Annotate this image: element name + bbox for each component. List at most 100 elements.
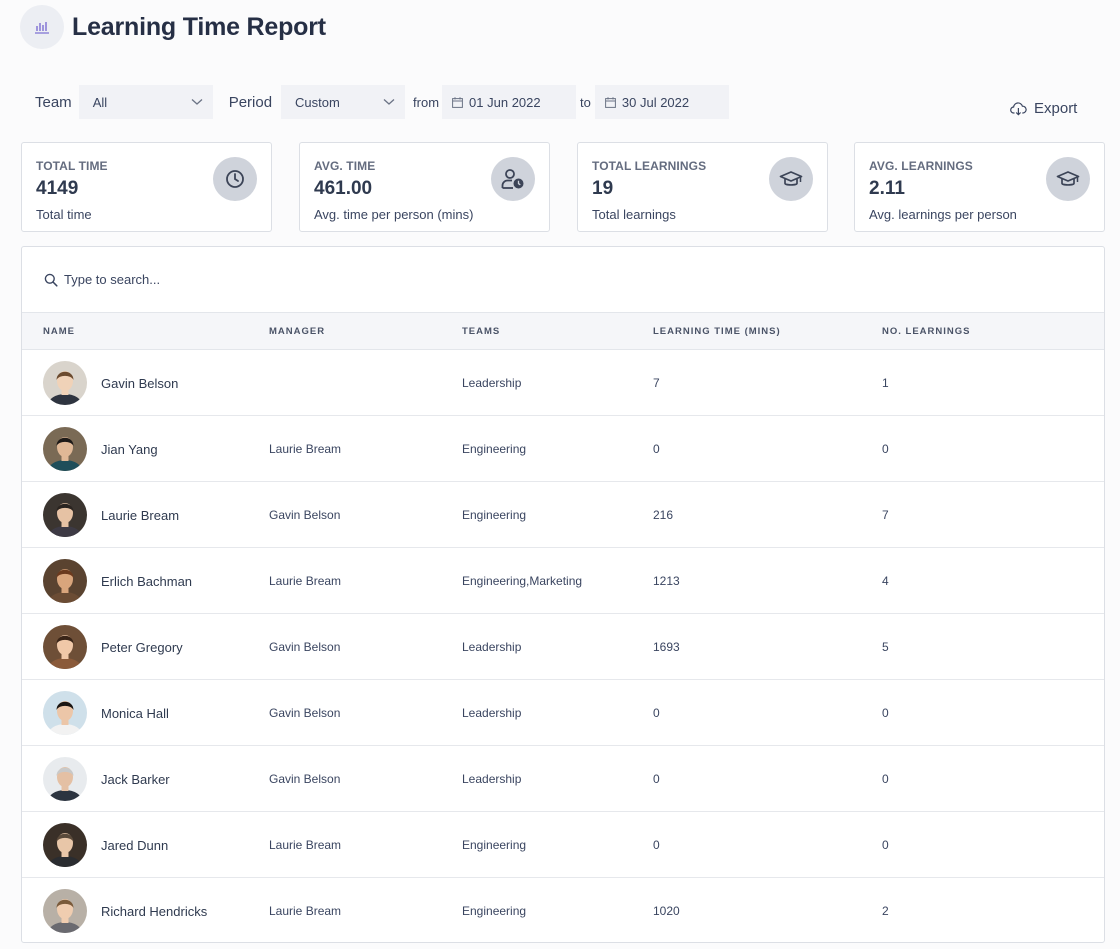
filter-bar: Team All Period Custom from 01 Jun 2022 …: [35, 85, 729, 119]
avatar: [43, 757, 87, 801]
table-row[interactable]: Monica Hall Gavin Belson Leadership 0 0: [22, 680, 1104, 746]
person-name[interactable]: Gavin Belson: [101, 376, 178, 391]
name-cell: Monica Hall: [43, 691, 169, 735]
cloud-download-icon: [1010, 101, 1027, 116]
learnings-count-cell: 0: [882, 772, 889, 786]
column-header-name[interactable]: NAME: [43, 326, 75, 337]
stat-title: AVG. TIME: [314, 159, 376, 173]
learnings-count-cell: 7: [882, 508, 889, 522]
column-header-manager[interactable]: MANAGER: [269, 326, 325, 337]
name-cell: Gavin Belson: [43, 361, 178, 405]
table-row[interactable]: Richard Hendricks Laurie Bream Engineering…: [22, 878, 1104, 942]
person-name[interactable]: Jack Barker: [101, 772, 170, 787]
stat-title: AVG. LEARNINGS: [869, 159, 973, 173]
table-header: NAME MANAGER TEAMS LEARNING TIME (MINS) …: [22, 312, 1104, 350]
column-header-learning-time[interactable]: LEARNING TIME (MINS): [653, 326, 781, 337]
teams-cell: Engineering: [462, 838, 527, 852]
stat-value: 19: [592, 178, 614, 199]
stat-value: 4149: [36, 178, 79, 199]
period-select[interactable]: Custom: [281, 85, 406, 119]
stat-subtitle: Total learnings: [592, 207, 676, 222]
manager-cell: Laurie Bream: [269, 442, 342, 456]
team-label: Team: [35, 93, 72, 111]
name-cell: Jian Yang: [43, 427, 158, 471]
search-input[interactable]: Type to search...: [22, 247, 1104, 312]
person-name[interactable]: Erlich Bachman: [101, 574, 192, 589]
name-cell: Erlich Bachman: [43, 559, 192, 603]
teams-cell: Engineering: [462, 904, 527, 918]
person-name[interactable]: Jared Dunn: [101, 838, 168, 853]
table-row[interactable]: Laurie Bream Gavin Belson Engineering 216 7: [22, 482, 1104, 548]
calendar-icon: [604, 96, 616, 108]
teams-cell: Leadership: [462, 640, 522, 654]
name-cell: Peter Gregory: [43, 625, 183, 669]
person-name[interactable]: Jian Yang: [101, 442, 158, 457]
from-label: from: [413, 94, 440, 110]
stat-title: TOTAL LEARNINGS: [592, 159, 707, 173]
manager-cell: Laurie Bream: [269, 574, 342, 588]
learnings-count-cell: 5: [882, 640, 889, 654]
person-name[interactable]: Monica Hall: [101, 706, 169, 721]
period-select-value: Custom: [295, 94, 340, 110]
avatar: [43, 823, 87, 867]
table-row[interactable]: Gavin Belson Leadership 7 1: [22, 350, 1104, 416]
column-header-teams[interactable]: TEAMS: [462, 326, 500, 337]
page-header: Learning Time Report: [20, 5, 326, 49]
stat-value: 2.11: [869, 178, 905, 199]
column-header-no-learnings[interactable]: NO. LEARNINGS: [882, 326, 970, 337]
calendar-icon: [452, 96, 463, 108]
avatar: [43, 889, 87, 933]
avatar: [43, 361, 87, 405]
to-date-value: 30 Jul 2022: [621, 94, 690, 110]
learning-time-cell: 216: [653, 508, 674, 522]
to-label: to: [580, 94, 591, 110]
from-date-input[interactable]: 01 Jun 2022: [442, 85, 577, 119]
stat-subtitle: Avg. learnings per person: [869, 207, 1017, 222]
learnings-count-cell: 4: [882, 574, 889, 588]
stat-card-total-learnings: TOTAL LEARNINGS 19 Total learnings: [577, 142, 828, 232]
learning-time-cell: 1213: [653, 574, 680, 588]
name-cell: Jack Barker: [43, 757, 170, 801]
manager-cell: Gavin Belson: [269, 640, 341, 654]
person-name[interactable]: Richard Hendricks: [101, 904, 207, 919]
learning-time-cell: 0: [653, 772, 660, 786]
stat-card-avg-learnings: AVG. LEARNINGS 2.11 Avg. learnings per p…: [854, 142, 1105, 232]
team-select[interactable]: All: [78, 85, 213, 119]
teams-cell: Engineering: [462, 508, 527, 522]
manager-cell: Laurie Bream: [269, 904, 342, 918]
teams-cell: Engineering: [462, 442, 527, 456]
learnings-count-cell: 1: [882, 376, 889, 390]
search-placeholder: Type to search...: [64, 272, 161, 287]
avatar: [43, 559, 87, 603]
teams-cell: Leadership: [462, 772, 522, 786]
period-label: Period: [228, 93, 273, 111]
learnings-count-cell: 0: [882, 442, 889, 456]
table-row[interactable]: Jack Barker Gavin Belson Leadership 0 0: [22, 746, 1104, 812]
stat-subtitle: Avg. time per person (mins): [314, 207, 474, 222]
learning-time-cell: 7: [653, 376, 660, 390]
table-row[interactable]: Jian Yang Laurie Bream Engineering 0 0: [22, 416, 1104, 482]
avatar: [43, 691, 87, 735]
to-date-input[interactable]: 30 Jul 2022: [594, 85, 729, 119]
export-button[interactable]: Export: [1010, 100, 1077, 117]
table-row[interactable]: Erlich Bachman Laurie Bream Engineering,Ma…: [22, 548, 1104, 614]
name-cell: Laurie Bream: [43, 493, 179, 537]
stat-card-total-time: TOTAL TIME 4149 Total time: [21, 142, 272, 232]
learnings-count-cell: 0: [882, 838, 889, 852]
table-row[interactable]: Jared Dunn Laurie Bream Engineering 0 0: [22, 812, 1104, 878]
learnings-count-cell: 0: [882, 706, 889, 720]
from-date-value: 01 Jun 2022: [469, 94, 541, 110]
table-body: Gavin Belson Leadership 7 1 Jian Yang Laurie …: [22, 350, 1104, 942]
chevron-down-icon: [383, 99, 395, 105]
name-cell: Jared Dunn: [43, 823, 168, 867]
learning-time-cell: 1693: [653, 640, 680, 654]
person-name[interactable]: Laurie Bream: [101, 508, 179, 523]
table-row[interactable]: Peter Gregory Gavin Belson Leadership 1693 5: [22, 614, 1104, 680]
clock-icon: [213, 157, 257, 201]
stat-subtitle: Total time: [36, 207, 92, 222]
person-name[interactable]: Peter Gregory: [101, 640, 183, 655]
manager-cell: Laurie Bream: [269, 838, 342, 852]
manager-cell: Gavin Belson: [269, 706, 341, 720]
graduation-cap-icon: [1046, 157, 1090, 201]
graduation-cap-icon: [769, 157, 813, 201]
